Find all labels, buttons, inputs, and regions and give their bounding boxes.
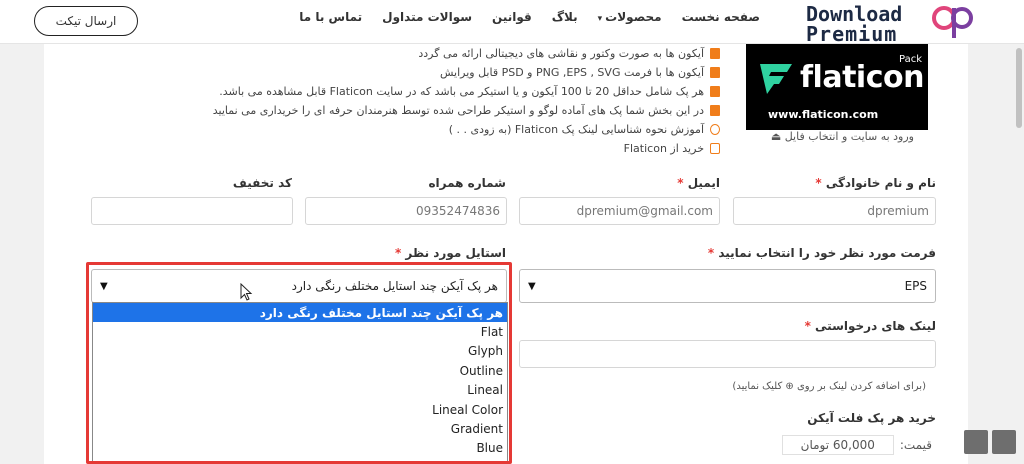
main-nav: صفحه نخست محصولات▾ بلاگ قوانین سوالات مت… [299,0,760,34]
smile-icon [710,124,720,135]
pack-label: Pack [899,54,922,65]
mouse-cursor-icon [240,283,253,301]
buy-title: خرید هر پک فلت آیکن [807,411,936,425]
feature-text: خرید از Flaticon [623,142,704,155]
feature-text: در این بخش شما پک های آماده لوگو و استیک… [212,104,704,117]
links-label: لینک های درخواستی * [804,319,936,333]
feature-text: آیکون ها با فرمت PNG ,EPS , SVG و PSD قا… [440,66,704,79]
flaticon-product-image: flaticon Pack www.flaticon.com [746,44,928,130]
phone-label: شماره همراه [428,176,506,190]
nav-products[interactable]: محصولات▾ [598,10,662,24]
scrollbar-thumb[interactable] [1016,48,1022,128]
chevron-down-icon: ▼ [528,280,536,292]
feature-text: آیکون ها به صورت وکتور و نقاشی های دیجیت… [418,47,704,60]
price-row: قیمت: 60,000 تومان [756,432,932,458]
nav-contact[interactable]: تماس با ما [299,10,362,24]
chevron-down-icon: ▾ [597,14,603,24]
highlight-box [86,262,512,464]
name-label-text: نام و نام خانوادگی [825,176,936,190]
credit-card-icon [710,143,720,154]
send-ticket-button[interactable]: ارسال تیکت [34,6,138,36]
price-value: 60,000 تومان [781,435,894,455]
feature-item: آیکون ها با فرمت PNG ,EPS , SVG و PSD قا… [200,63,720,82]
links-label-text: لینک های درخواستی [815,319,936,333]
discount-field[interactable] [91,197,293,225]
discount-label: کد تخفیف [232,176,292,190]
features-list: آیکون ها به صورت وکتور و نقاشی های دیجیت… [200,44,720,158]
document-icon [710,86,720,97]
format-select-value: EPS [904,279,927,293]
login-link-label: ورود به سایت و انتخاب فایل [784,130,914,143]
logo-text-line2: Premium [806,22,898,46]
format-select[interactable]: EPS ▼ [519,269,936,303]
name-label: نام و نام خانوادگی * [815,176,936,190]
links-field[interactable] [519,340,936,368]
site-logo[interactable]: Download Premium [806,2,978,46]
style-label-text: استایل مورد نظر [405,246,506,260]
links-hint: (برای اضافه کردن لینک بر روی ⊕ کلیک نمای… [732,381,926,392]
feature-item[interactable]: خرید از Flaticon [200,139,720,158]
name-field[interactable]: dpremium [733,197,936,225]
feature-item: هر پک شامل حداقل 20 تا 100 آیکون و یا اس… [200,82,720,101]
email-label-text: ایمیل [687,176,720,190]
style-label: استایل مورد نظر * [394,246,506,260]
email-field[interactable]: dpremium@gmail.com [519,197,720,225]
phone-field[interactable]: 09352474836 [305,197,507,225]
feature-text: هر پک شامل حداقل 20 تا 100 آیکون و یا اس… [219,85,704,98]
price-label: قیمت: [899,438,932,452]
eject-icon: ⏏ [770,130,782,143]
login-select-file-link[interactable]: ورود به سایت و انتخاب فایل ⏏ [746,130,928,143]
flaticon-logo-icon [760,64,792,94]
feature-item[interactable]: آموزش نحوه شناسایی لینک پک Flaticon (به … [200,120,720,139]
player-control-icon[interactable] [964,430,988,454]
logo-mark-icon [932,6,973,38]
document-icon [710,105,720,116]
document-icon [710,67,720,78]
player-control-icon[interactable] [992,430,1016,454]
flaticon-wordmark: flaticon [800,60,924,95]
flaticon-url: www.flaticon.com [768,108,879,121]
nav-blog[interactable]: بلاگ [552,10,578,24]
nav-home[interactable]: صفحه نخست [682,10,760,24]
feature-item: آیکون ها به صورت وکتور و نقاشی های دیجیت… [200,44,720,63]
nav-faq[interactable]: سوالات متداول [382,10,472,24]
nav-products-label: محصولات [605,10,662,24]
feature-item: در این بخش شما پک های آماده لوگو و استیک… [200,101,720,120]
format-label-text: فرمت مورد نظر خود را انتخاب نمایید [718,246,936,260]
nav-rules[interactable]: قوانین [492,10,532,24]
email-label: ایمیل * [677,176,720,190]
format-label: فرمت مورد نظر خود را انتخاب نمایید * [707,246,936,260]
document-icon [710,48,720,59]
feature-text: آموزش نحوه شناسایی لینک پک Flaticon (به … [448,123,704,136]
site-header: ارسال تیکت صفحه نخست محصولات▾ بلاگ قوانی… [0,0,1024,46]
